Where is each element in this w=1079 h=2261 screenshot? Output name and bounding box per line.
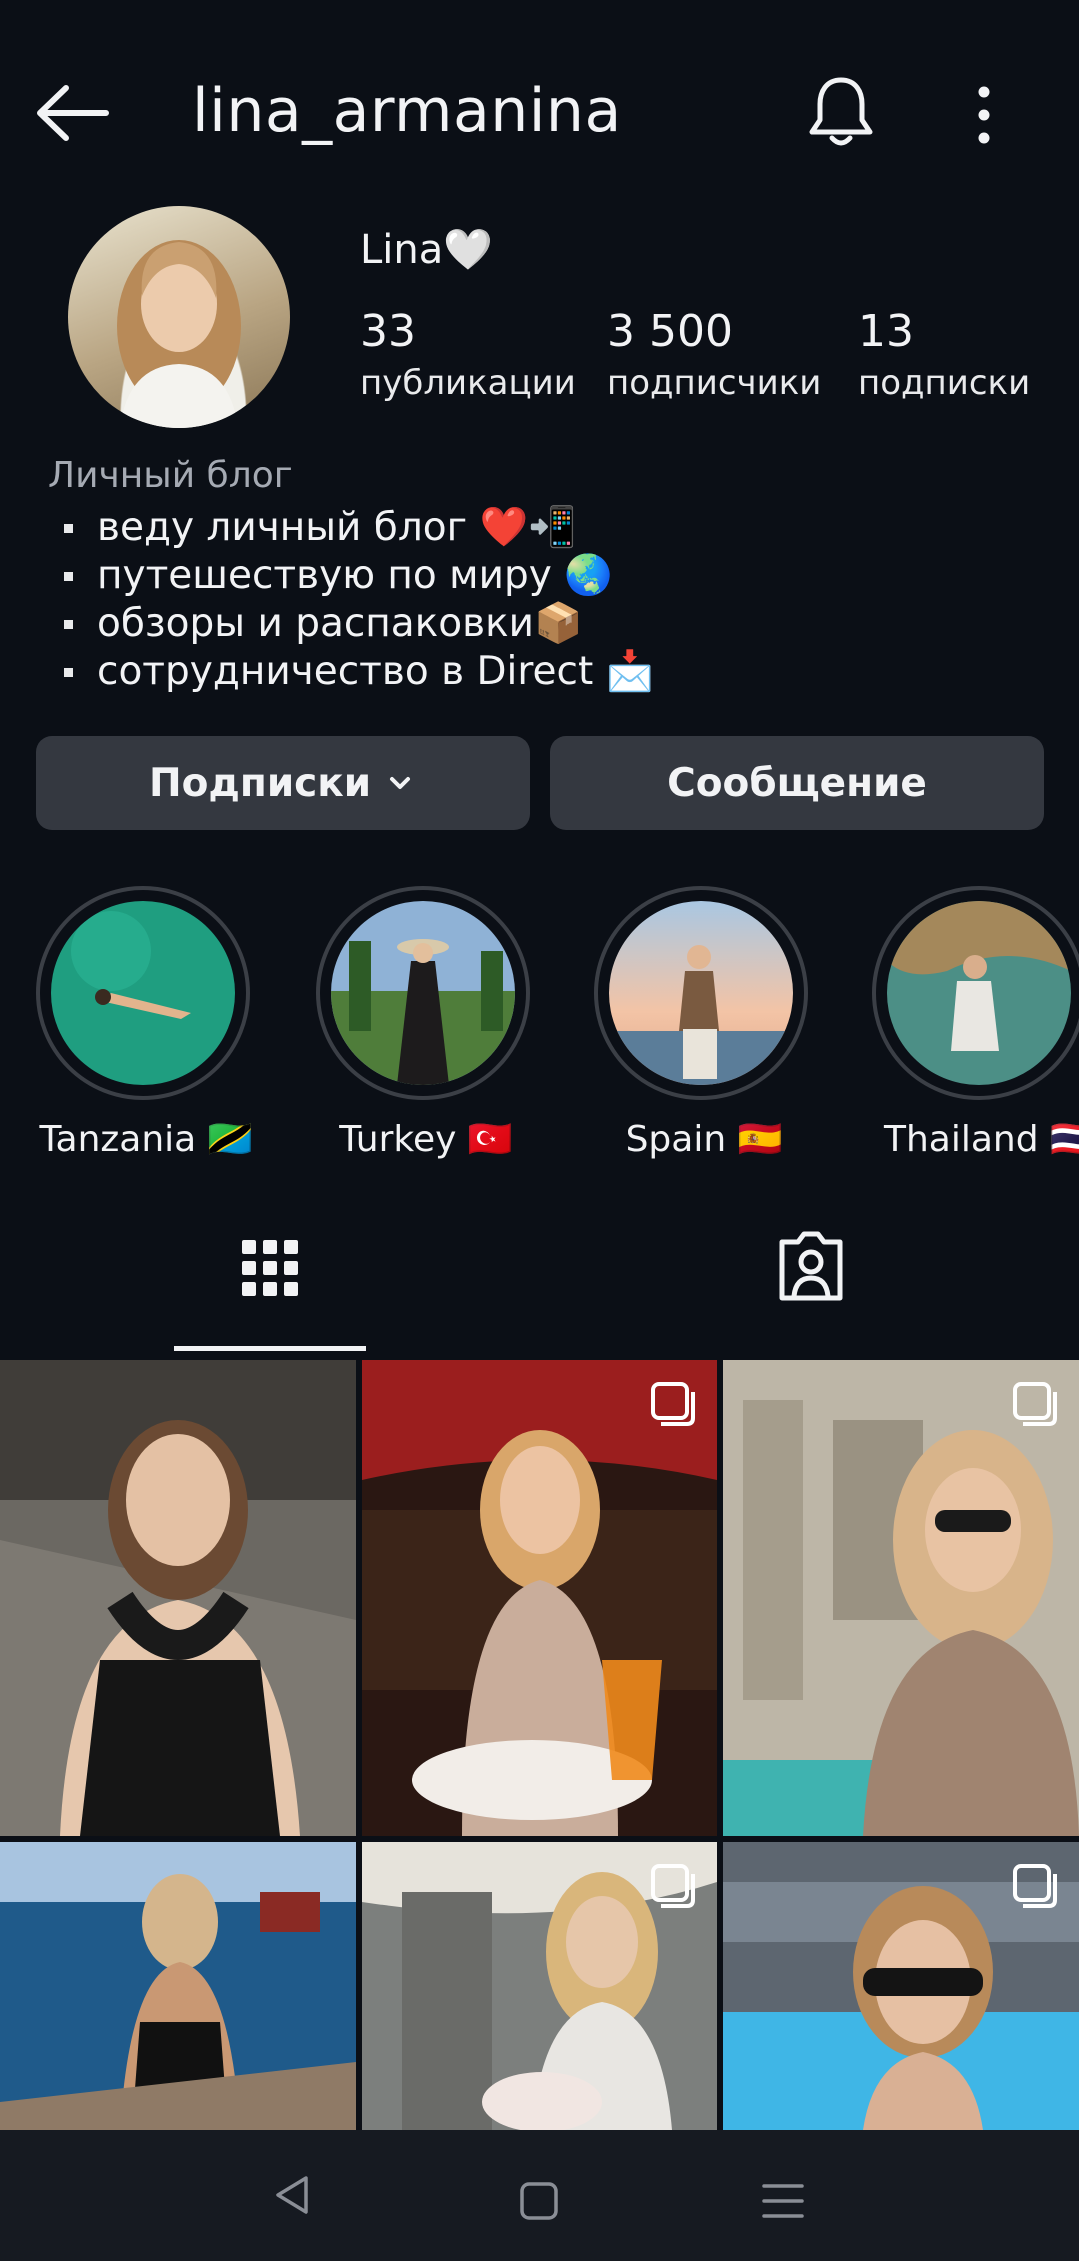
- post-thumbnail[interactable]: [723, 1842, 1079, 2130]
- followers-stat[interactable]: 3 500 подписчики: [607, 306, 821, 403]
- bio-line: веду личный блог ❤️📲: [64, 504, 654, 552]
- system-home-button[interactable]: [514, 2176, 564, 2226]
- message-button[interactable]: Сообщение: [550, 736, 1044, 830]
- carousel-icon: [651, 1382, 695, 1426]
- following-button-label: Подписки: [148, 760, 372, 806]
- highlight-label: Spain 🇪🇸: [625, 1119, 783, 1160]
- highlight-label: Tanzania 🇹🇿: [39, 1119, 253, 1160]
- highlight-cover: [51, 901, 235, 1085]
- carousel-icon: [1013, 1864, 1057, 1908]
- more-options-button[interactable]: [960, 84, 1008, 146]
- followers-label: подписчики: [607, 363, 822, 403]
- post-thumbnail[interactable]: [362, 1360, 717, 1836]
- square-home-icon: [520, 2182, 558, 2220]
- post-thumbnail[interactable]: [0, 1842, 356, 2130]
- carousel-icon: [1013, 1382, 1057, 1426]
- highlight-cover: [331, 901, 515, 1085]
- followers-count: 3 500: [607, 306, 733, 357]
- bio-text: обзоры и распаковки📦: [97, 601, 583, 646]
- following-dropdown-button[interactable]: Подписки: [36, 736, 530, 830]
- highlight-thailand[interactable]: [868, 886, 1079, 1110]
- following-count: 13: [858, 306, 914, 357]
- bio: веду личный блог ❤️📲 путешествую по миру…: [64, 504, 654, 696]
- triangle-back-icon: [276, 2176, 308, 2214]
- bio-text: путешествую по миру 🌏: [97, 553, 613, 598]
- back-button[interactable]: [32, 78, 112, 148]
- notifications-button[interactable]: [806, 74, 876, 150]
- system-recents-button[interactable]: [758, 2176, 808, 2226]
- highlight-turkey[interactable]: [312, 886, 540, 1110]
- message-button-label: Сообщение: [667, 760, 927, 806]
- display-name: Lina🤍: [360, 227, 494, 273]
- bell-icon: [809, 77, 873, 146]
- system-back-button[interactable]: [270, 2170, 320, 2220]
- menu-lines-icon: [762, 2184, 804, 2218]
- active-tab-indicator: [174, 1346, 366, 1351]
- highlight-tanzania[interactable]: [32, 886, 260, 1110]
- posts-label: публикации: [360, 363, 576, 403]
- post-thumbnail[interactable]: [723, 1360, 1079, 1836]
- chevron-down-icon: [390, 777, 411, 789]
- highlight-spain[interactable]: [590, 886, 818, 1110]
- post-thumbnail[interactable]: [0, 1360, 356, 1836]
- avatar[interactable]: [68, 206, 290, 428]
- following-stat[interactable]: 13 подписки: [858, 306, 1030, 403]
- posts-stat[interactable]: 33 публикации: [360, 306, 576, 403]
- highlight-label: Turkey 🇹🇷: [339, 1119, 513, 1160]
- profile-username: lina_armanina: [192, 76, 622, 146]
- bio-text: сотрудничество в Direct 📩: [97, 649, 655, 694]
- post-thumbnail[interactable]: [362, 1842, 717, 2130]
- more-vertical-icon: [978, 86, 990, 144]
- tab-posts-grid[interactable]: [222, 1206, 346, 1330]
- bio-line: обзоры и распаковки📦: [64, 600, 654, 648]
- highlight-cover: [609, 901, 793, 1085]
- bio-text: веду личный блог ❤️📲: [97, 505, 577, 550]
- grid-icon: [242, 1240, 298, 1296]
- bio-line: сотрудничество в Direct 📩: [64, 648, 654, 696]
- highlight-label: Thailand 🇹🇭: [884, 1119, 1079, 1160]
- posts-count: 33: [360, 306, 416, 357]
- carousel-icon: [651, 1864, 695, 1908]
- bio-line: путешествую по миру 🌏: [64, 552, 654, 600]
- following-label: подписки: [858, 363, 1031, 403]
- arrow-left-icon: [37, 85, 109, 141]
- profile-category: Личный блог: [48, 455, 293, 496]
- tab-tagged[interactable]: [774, 1206, 848, 1330]
- highlight-cover: [887, 901, 1071, 1085]
- tagged-person-icon: [779, 1231, 843, 1301]
